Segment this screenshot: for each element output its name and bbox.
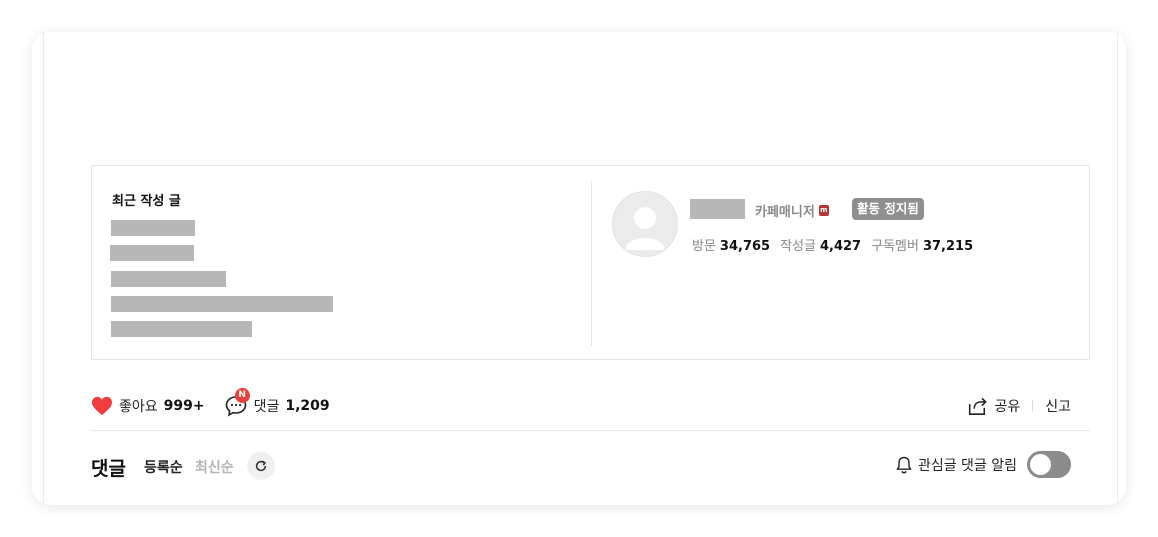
- share-icon: [969, 397, 988, 415]
- profile-divider: [591, 181, 592, 346]
- stat-label: 작성글: [780, 239, 816, 254]
- refresh-icon: [255, 460, 267, 472]
- stat-label: 구독멤버: [871, 239, 919, 254]
- share-button[interactable]: 공유: [966, 396, 1020, 416]
- author-role: 카페매니저 m: [755, 201, 829, 220]
- comment-notification: 관심글 댓글 알림: [894, 451, 1071, 478]
- notify-label: 관심글 댓글 알림: [917, 457, 1017, 474]
- stat-value: 4,427: [819, 239, 862, 254]
- recent-posts-title: 최근 작성 글: [112, 194, 181, 209]
- manager-badge-icon: m: [818, 205, 829, 216]
- default-avatar-icon: [625, 207, 665, 250]
- sort-register-button[interactable]: 등록순: [144, 457, 183, 477]
- sort-latest-button[interactable]: 최신순: [195, 457, 234, 477]
- comment-label: 댓글: [253, 399, 280, 415]
- stat-label: 방문: [692, 239, 716, 254]
- comment-count: 1,209: [285, 398, 330, 414]
- comments-title: 댓글: [91, 458, 126, 480]
- divider: [1032, 400, 1034, 412]
- stat-posts: 작성글 4,427: [780, 235, 861, 254]
- author-profile-box: 최근 작성 글 카페매니저 m 활동 정지됨 방문 34,765 작성글 4,4…: [91, 165, 1090, 360]
- like-button[interactable]: 좋아요 999+: [91, 396, 205, 416]
- stat-value: 37,215: [922, 239, 974, 254]
- author-nickname-redacted[interactable]: [690, 199, 745, 219]
- stat-visits: 방문 34,765: [692, 235, 770, 254]
- bell-icon: [896, 456, 912, 473]
- refresh-button[interactable]: [247, 452, 275, 480]
- article-footer-card: 최근 작성 글 카페매니저 m 활동 정지됨 방문 34,765 작성글 4,4…: [32, 32, 1126, 505]
- author-stats: 방문 34,765 작성글 4,427 구독멤버 37,215: [692, 235, 973, 254]
- status-badge: 활동 정지됨: [852, 198, 924, 220]
- section-divider: [91, 430, 1090, 431]
- comment-button[interactable]: N 댓글 1,209: [224, 388, 330, 418]
- recent-post-item-redacted[interactable]: [111, 321, 252, 337]
- recent-post-item-redacted[interactable]: [111, 296, 333, 312]
- new-comment-badge: N: [234, 388, 250, 403]
- share-label: 공유: [994, 399, 1021, 415]
- toggle-knob: [1030, 454, 1051, 475]
- stat-subscribers: 구독멤버 37,215: [871, 235, 973, 254]
- recent-post-item-redacted[interactable]: [110, 245, 194, 261]
- comment-icon-wrap: N: [224, 388, 250, 418]
- report-button[interactable]: 신고: [1045, 396, 1071, 416]
- heart-icon: [92, 396, 112, 416]
- avatar[interactable]: [612, 191, 678, 257]
- like-label: 좋아요: [119, 399, 158, 415]
- role-label: 카페매니저: [755, 205, 815, 220]
- recent-post-item-redacted[interactable]: [111, 271, 226, 287]
- stat-value: 34,765: [719, 239, 771, 254]
- notify-toggle[interactable]: [1027, 451, 1071, 478]
- share-report-group: 공유 신고: [966, 394, 1071, 418]
- like-count: 999+: [163, 398, 205, 414]
- article-actions: 좋아요 999+ N 댓글 1,209: [91, 388, 330, 418]
- recent-post-item-redacted[interactable]: [111, 220, 195, 236]
- content-area: 최근 작성 글 카페매니저 m 활동 정지됨 방문 34,765 작성글 4,4…: [43, 32, 1118, 505]
